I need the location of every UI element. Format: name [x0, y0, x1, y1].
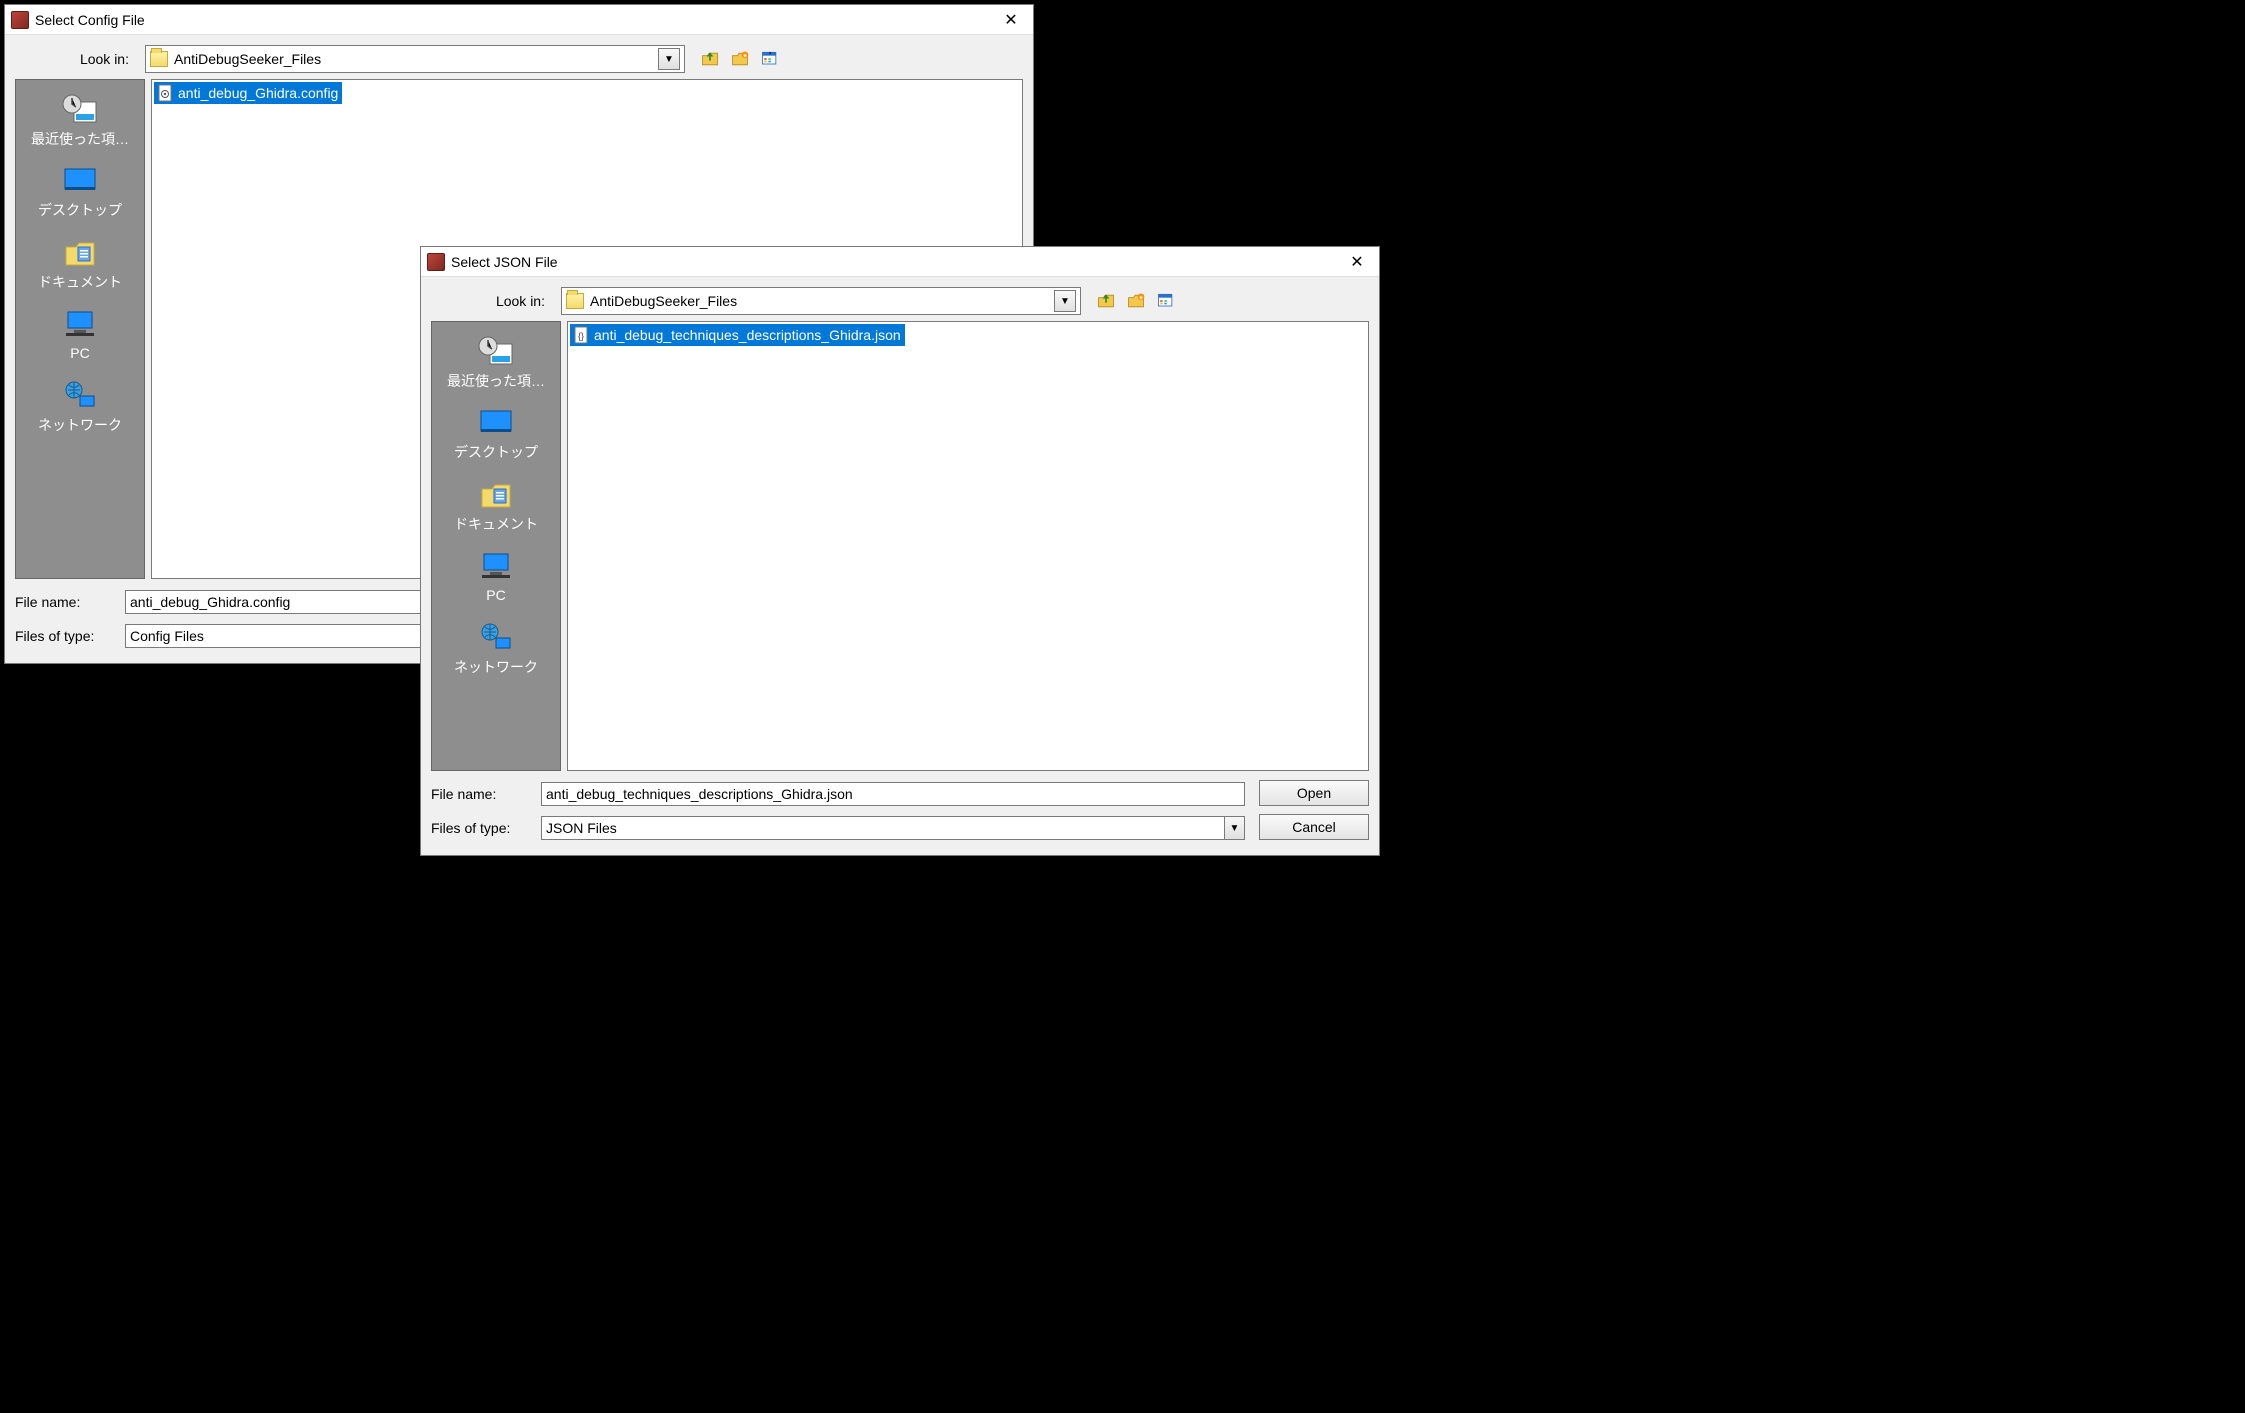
filetype-value: Config Files: [130, 628, 204, 644]
file-item[interactable]: {} anti_debug_techniques_descriptions_Gh…: [570, 324, 905, 346]
sidebar-item-network[interactable]: ネットワーク: [434, 612, 558, 683]
sidebar-item-label: 最近使った項…: [31, 132, 129, 147]
filename-label: File name:: [431, 786, 531, 802]
sidebar-item-pc[interactable]: PC: [434, 540, 558, 611]
view-menu-icon[interactable]: [1155, 290, 1177, 312]
places-sidebar: 最近使った項… デスクトップ ドキュメント PC: [15, 79, 145, 579]
titlebar: Select Config File ✕: [5, 5, 1033, 35]
current-folder-name: AntiDebugSeeker_Files: [590, 293, 737, 309]
svg-text:★: ★: [1138, 294, 1143, 301]
sidebar-item-documents[interactable]: ドキュメント: [18, 227, 142, 298]
open-button[interactable]: Open: [1259, 780, 1369, 806]
sidebar-item-desktop[interactable]: デスクトップ: [18, 155, 142, 226]
dialog-select-json: Select JSON File ✕ Look in: AntiDebugSee…: [420, 246, 1380, 856]
up-one-level-icon[interactable]: [1095, 290, 1117, 312]
recent-icon: [476, 334, 516, 370]
pc-icon: [60, 306, 100, 342]
sidebar-item-network[interactable]: ネットワーク: [18, 370, 142, 441]
sidebar-item-label: 最近使った項…: [447, 374, 545, 389]
documents-icon: [60, 235, 100, 271]
action-buttons: Open Cancel: [1259, 777, 1369, 840]
chevron-down-icon[interactable]: ▼: [658, 48, 680, 70]
pc-icon: [476, 548, 516, 584]
network-icon: [60, 378, 100, 414]
up-one-level-icon[interactable]: [699, 48, 721, 70]
filename-label: File name:: [15, 594, 115, 610]
current-folder-name: AntiDebugSeeker_Files: [174, 51, 321, 67]
sidebar-item-label: ネットワーク: [38, 418, 122, 433]
view-menu-icon[interactable]: [759, 48, 781, 70]
sidebar-item-label: PC: [70, 346, 89, 361]
file-list[interactable]: {} anti_debug_techniques_descriptions_Gh…: [567, 321, 1369, 771]
nav-icons: ★: [1095, 290, 1177, 312]
window-title: Select JSON File: [451, 254, 1337, 270]
lookin-label: Look in:: [17, 51, 137, 67]
desktop-icon: [476, 405, 516, 441]
body: 最近使った項… デスクトップ ドキュメント PC: [421, 321, 1379, 773]
chevron-down-icon[interactable]: ▼: [1224, 817, 1244, 839]
filetype-label: Files of type:: [431, 820, 531, 836]
filetype-value: JSON Files: [546, 820, 617, 836]
svg-text:★: ★: [742, 52, 747, 59]
lookin-label: Look in:: [433, 293, 553, 309]
sidebar-item-label: ドキュメント: [38, 275, 122, 290]
chevron-down-icon[interactable]: ▼: [1054, 290, 1076, 312]
filetype-label: Files of type:: [15, 628, 115, 644]
close-button[interactable]: ✕: [1337, 248, 1377, 276]
sidebar-item-pc[interactable]: PC: [18, 298, 142, 369]
file-name: anti_debug_Ghidra.config: [178, 85, 338, 101]
cancel-button[interactable]: Cancel: [1259, 814, 1369, 840]
sidebar-item-recent[interactable]: 最近使った項…: [18, 84, 142, 155]
folder-dropdown[interactable]: AntiDebugSeeker_Files ▼: [561, 287, 1081, 315]
sidebar-item-documents[interactable]: ドキュメント: [434, 469, 558, 540]
window-title: Select Config File: [35, 12, 991, 28]
filetype-dropdown[interactable]: JSON Files ▼: [541, 816, 1245, 840]
sidebar-item-label: PC: [486, 588, 505, 603]
sidebar-item-label: デスクトップ: [454, 445, 538, 460]
json-file-icon: {}: [572, 326, 590, 344]
nav-icons: ★: [699, 48, 781, 70]
lookin-row: Look in: AntiDebugSeeker_Files ▼ ★: [5, 35, 1033, 79]
folder-icon: [150, 51, 168, 67]
sidebar-item-desktop[interactable]: デスクトップ: [434, 397, 558, 468]
new-folder-icon[interactable]: ★: [729, 48, 751, 70]
new-folder-icon[interactable]: ★: [1125, 290, 1147, 312]
recent-icon: [60, 92, 100, 128]
folder-icon: [566, 293, 584, 309]
filename-input[interactable]: [541, 782, 1245, 806]
sidebar-item-label: ドキュメント: [454, 517, 538, 532]
sidebar-item-label: デスクトップ: [38, 203, 122, 218]
places-sidebar: 最近使った項… デスクトップ ドキュメント PC: [431, 321, 561, 771]
config-file-icon: [156, 84, 174, 102]
file-item[interactable]: anti_debug_Ghidra.config: [154, 82, 342, 104]
network-icon: [476, 620, 516, 656]
sidebar-item-recent[interactable]: 最近使った項…: [434, 326, 558, 397]
svg-text:{}: {}: [578, 331, 584, 341]
ghidra-app-icon: [11, 11, 29, 29]
sidebar-item-label: ネットワーク: [454, 660, 538, 675]
file-name: anti_debug_techniques_descriptions_Ghidr…: [594, 327, 901, 343]
folder-dropdown[interactable]: AntiDebugSeeker_Files ▼: [145, 45, 685, 73]
close-button[interactable]: ✕: [991, 6, 1031, 34]
desktop-icon: [60, 163, 100, 199]
ghidra-app-icon: [427, 253, 445, 271]
bottom-form: File name: Files of type: JSON Files ▼ O…: [421, 773, 1379, 855]
lookin-row: Look in: AntiDebugSeeker_Files ▼ ★: [421, 277, 1379, 321]
titlebar: Select JSON File ✕: [421, 247, 1379, 277]
documents-icon: [476, 477, 516, 513]
